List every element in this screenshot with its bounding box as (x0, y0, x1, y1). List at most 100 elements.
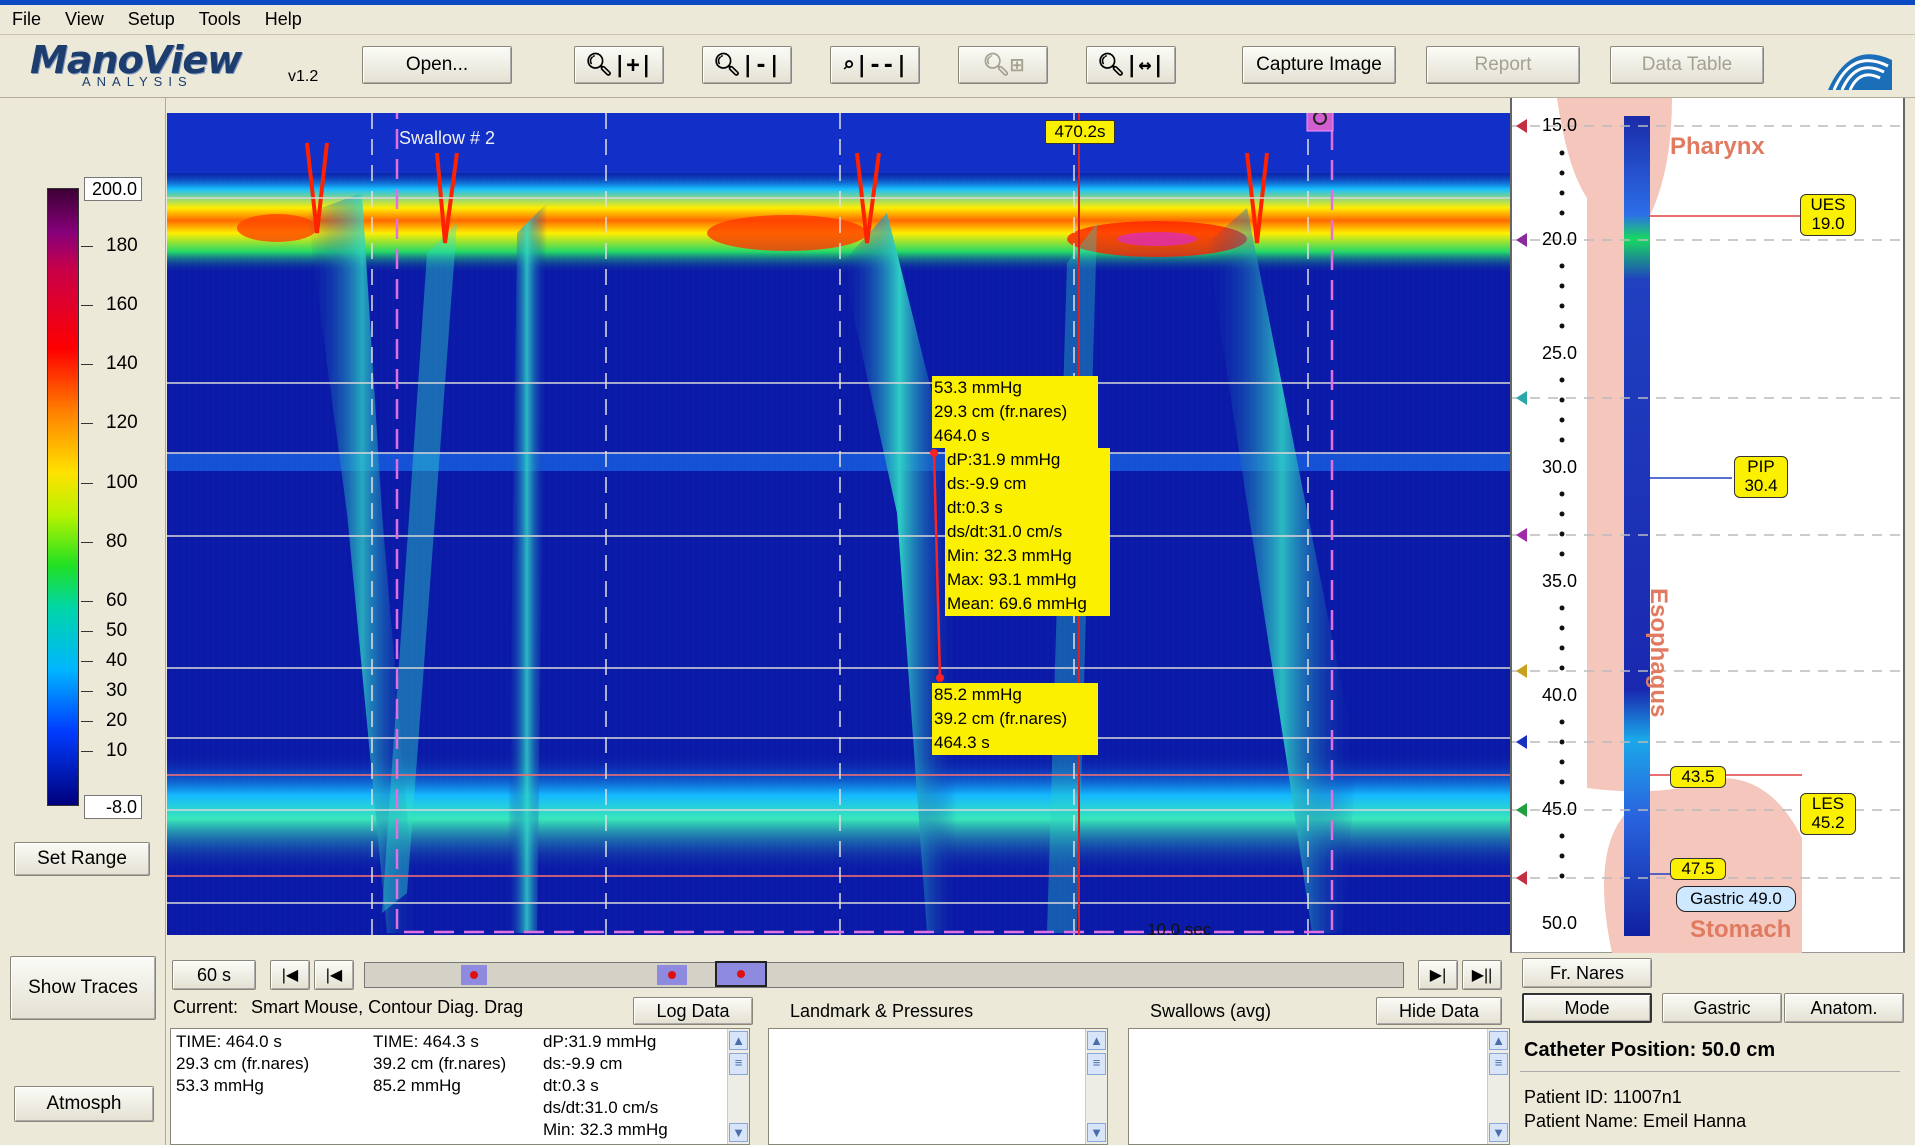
gastric-callout[interactable]: Gastric 49.0 (1676, 886, 1796, 912)
pressure-color-scale (47, 188, 79, 806)
pip-value: 30.4 (1744, 476, 1778, 495)
play-pause-icon: ▶|| (1471, 967, 1493, 984)
menu-file[interactable]: File (0, 9, 53, 30)
depth-tick-label: 25.0 (1542, 343, 1578, 363)
scroll-down-icon[interactable]: ▼ (1489, 1123, 1508, 1142)
les-upper-callout[interactable]: 43.5 (1670, 766, 1726, 788)
scroll-down-icon[interactable]: ▼ (729, 1123, 748, 1142)
color-scale-tick-label: 60 (106, 590, 128, 611)
info-scrollbar[interactable]: ▲ ≡ ▼ (727, 1029, 749, 1144)
hide-data-button[interactable]: Hide Data (1376, 997, 1502, 1025)
color-scale-tick-label: 30 (106, 680, 128, 701)
step-back-button[interactable]: |◀ (314, 960, 354, 990)
marker-20[interactable] (1516, 233, 1527, 247)
les-value: 45.2 (1811, 813, 1845, 832)
fr-nares-button[interactable]: Fr. Nares (1522, 958, 1652, 988)
color-scale-min-input[interactable]: -8.0 (84, 795, 142, 819)
anatom-button[interactable]: Anatom. (1784, 993, 1904, 1023)
menu-tools[interactable]: Tools (187, 9, 253, 30)
pressure-topography-plot[interactable]: Swallow # 2 470.2s 10.0 sec 53.3 mmHg 29… (167, 113, 1511, 935)
menu-help[interactable]: Help (253, 9, 314, 30)
atmosph-button[interactable]: Atmosph (14, 1086, 154, 1122)
probe-end-position: 39.2 cm (fr.nares) (934, 709, 1068, 728)
les-callout[interactable]: LES 45.2 (1800, 793, 1856, 835)
menu-view[interactable]: View (53, 9, 116, 30)
info-pressure-1: 53.3 mmHg (176, 1076, 264, 1095)
marker-39[interactable] (1516, 664, 1527, 678)
swallow-marker-2[interactable] (657, 965, 687, 985)
set-range-button[interactable]: Set Range (14, 842, 150, 876)
color-scale-tick-label: 100 (106, 472, 138, 493)
scroll-up-icon[interactable]: ▲ (729, 1031, 748, 1050)
window-length-button[interactable]: 60 s (172, 960, 256, 990)
menu-setup[interactable]: Setup (116, 9, 187, 30)
ues-callout[interactable]: UES 19.0 (1800, 194, 1856, 236)
info-dt: dt:0.3 s (543, 1076, 599, 1095)
capture-image-button[interactable]: Capture Image (1242, 46, 1396, 84)
probe-start-time: 464.0 s (934, 426, 990, 445)
timeline-thumb[interactable] (715, 961, 767, 987)
company-logo-icon (1820, 40, 1900, 94)
info-min: Min: 32.3 mmHg (543, 1120, 668, 1139)
marker-15[interactable] (1516, 119, 1527, 133)
depth-tick-label: 45.0 (1542, 799, 1578, 819)
marker-48[interactable] (1516, 871, 1527, 885)
marker-33[interactable] (1516, 528, 1527, 542)
scroll-down-icon[interactable]: ▼ (1087, 1123, 1106, 1142)
timeline-scrollbar[interactable] (364, 961, 1404, 988)
marker-25[interactable] (1516, 391, 1527, 405)
anatomy-panel: 15.0 20.0 25.0 30.0 35.0 40.0 45.0 50.0 Pharynx… (1510, 98, 1905, 953)
probe-dp: dP:31.9 mmHg (947, 450, 1061, 469)
data-panel: Current: Smart Mouse, Contour Diag. Drag… (168, 995, 1510, 1145)
scroll-up-icon[interactable]: ▲ (1489, 1031, 1508, 1050)
marker-45[interactable] (1516, 803, 1527, 817)
mode-button[interactable]: Mode (1522, 993, 1652, 1023)
play-pause-button[interactable]: ▶|| (1462, 960, 1502, 990)
zoom-out-horizontal-button[interactable]: 🔍︎|-| (702, 46, 792, 84)
data-table-button[interactable]: Data Table (1610, 46, 1764, 84)
zoom-full-icon: ⌕|--| (841, 52, 909, 78)
depth-tick-label: 20.0 (1542, 229, 1578, 249)
ues-label: UES (1810, 195, 1846, 214)
zoom-magnifier-icon: 🔍︎|+| (585, 52, 653, 78)
log-data-button[interactable]: Log Data (633, 997, 753, 1025)
color-scale-tick (81, 691, 93, 692)
color-scale-max-input[interactable]: 200.0 (84, 177, 142, 201)
patient-name-label: Patient Name: Emeil Hanna (1524, 1111, 1747, 1131)
show-traces-button[interactable]: Show Traces (10, 956, 156, 1020)
color-scale-tick (81, 305, 93, 306)
open-button[interactable]: Open... (362, 46, 512, 84)
cursor-info-col-2: TIME: 464.3 s 39.2 cm (fr.nares) 85.2 mm… (373, 1031, 506, 1097)
skip-start-icon: |◀ (281, 967, 299, 984)
swallow-marker-1[interactable] (461, 965, 487, 985)
probe-max: Max: 93.1 mmHg (947, 570, 1077, 589)
zoom-in-horizontal-button[interactable]: 🔍︎|+| (574, 46, 664, 84)
color-scale-tick-label: 180 (106, 235, 138, 256)
pip-callout[interactable]: PIP 30.4 (1734, 456, 1788, 498)
scroll-thumb[interactable]: ≡ (1489, 1053, 1508, 1075)
color-scale-tick-label: 40 (106, 650, 128, 671)
depth-tick-label: 15.0 (1542, 115, 1578, 135)
marker-42[interactable] (1516, 735, 1527, 749)
zoom-out-full-button[interactable]: ⌕|--| (830, 46, 920, 84)
les-lower-callout[interactable]: 47.5 (1670, 858, 1726, 880)
zoom-span-button[interactable]: 🔍︎|↔| (1086, 46, 1176, 84)
swallows-scrollbar[interactable]: ▲ ≡ ▼ (1487, 1029, 1509, 1144)
info-position-1: 29.3 cm (fr.nares) (176, 1054, 310, 1073)
skip-to-start-button[interactable]: |◀ (270, 960, 310, 990)
current-mode-label: Current: Smart Mouse, Contour Diag. Drag (173, 997, 523, 1018)
gastric-button[interactable]: Gastric (1662, 993, 1782, 1023)
report-button[interactable]: Report (1426, 46, 1580, 84)
zoom-box-button[interactable]: 🔍︎⊞ (958, 46, 1048, 84)
step-forward-button[interactable]: ▶| (1418, 960, 1458, 990)
scroll-up-icon[interactable]: ▲ (1087, 1031, 1106, 1050)
scroll-thumb[interactable]: ≡ (729, 1053, 748, 1075)
color-scale-tick-label: 140 (106, 353, 138, 374)
scroll-thumb[interactable]: ≡ (1087, 1053, 1106, 1075)
landmark-scrollbar[interactable]: ▲ ≡ ▼ (1085, 1029, 1107, 1144)
color-scale-tick-label: 50 (106, 620, 128, 641)
color-scale-tick (81, 246, 93, 247)
color-scale-tick (81, 483, 93, 484)
probe-min: Min: 32.3 mmHg (947, 546, 1072, 565)
info-pressure-2: 85.2 mmHg (373, 1076, 461, 1095)
